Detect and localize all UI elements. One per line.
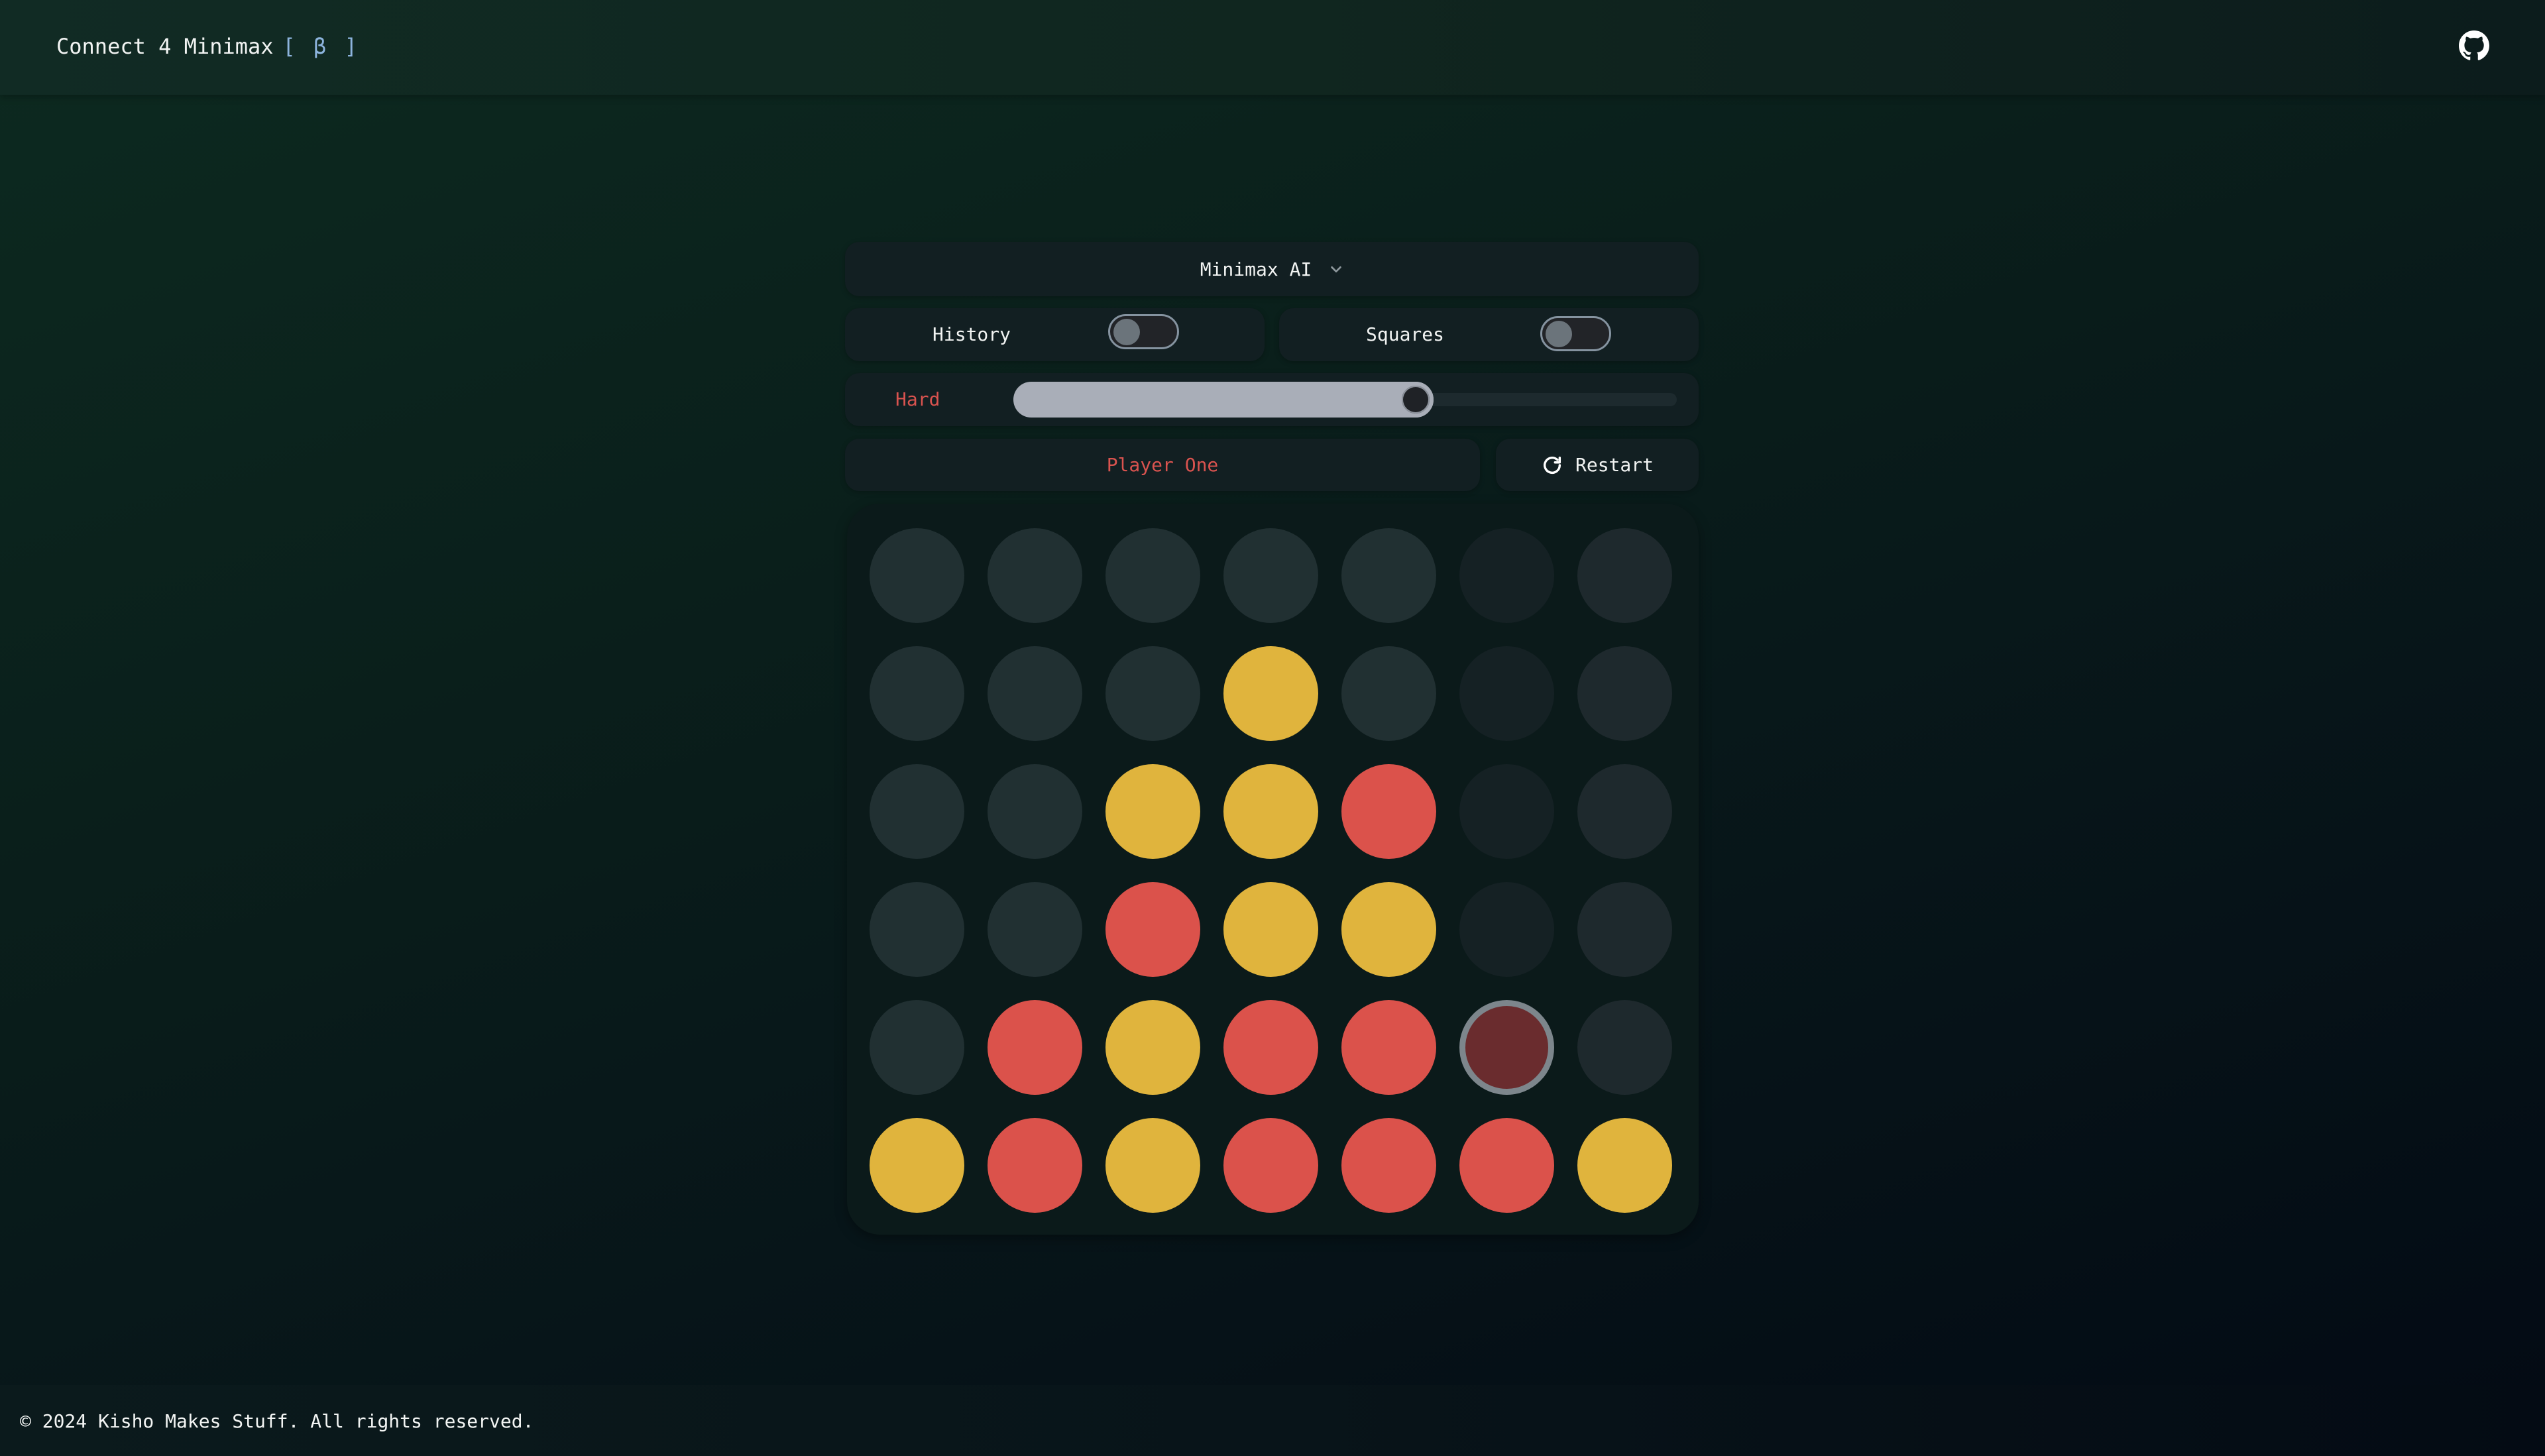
difficulty-card: Hard [845,373,1699,426]
history-toggle[interactable] [1108,314,1179,349]
app-title: Connect 4 Minimax [ β ] [56,32,360,61]
board-cell-empty[interactable] [870,1000,964,1095]
squares-toggle[interactable] [1540,316,1611,351]
copyright-text: © 2024 Kisho Makes Stuff. All rights res… [20,1410,534,1432]
board-cell-empty[interactable] [1105,646,1200,741]
board-cell-empty[interactable] [1577,1000,1672,1095]
squares-label: Squares [1366,323,1445,345]
mode-dropdown[interactable]: Minimax AI [845,242,1699,296]
board-cell-yellow[interactable] [1105,1000,1200,1095]
restart-label: Restart [1575,454,1654,476]
board-cell-yellow[interactable] [870,1118,964,1213]
game-board [847,504,1699,1235]
turn-indicator-text: Player One [1106,454,1219,476]
board-cell-yellow[interactable] [1223,764,1318,859]
board-cell-empty[interactable] [988,528,1082,623]
board-cell-red[interactable] [1105,882,1200,977]
toggle-knob [1546,321,1572,347]
turn-indicator: Player One [845,439,1480,491]
difficulty-label: Hard [895,388,940,410]
board-cell-yellow[interactable] [1105,1118,1200,1213]
github-icon[interactable] [2459,30,2489,61]
slider-fill [1013,382,1434,418]
board-cell-empty[interactable] [1459,764,1554,859]
board-cell-empty[interactable] [1459,882,1554,977]
board-cell-empty[interactable] [1105,528,1200,623]
board-cell-red[interactable] [1459,1118,1554,1213]
board-cell-empty[interactable] [1341,646,1436,741]
board-cell-red[interactable] [1341,1000,1436,1095]
restart-button[interactable]: Restart [1496,439,1699,491]
board-cell-empty[interactable] [988,646,1082,741]
board-cell-red[interactable] [1223,1000,1318,1095]
board-cell-preview[interactable] [1459,1000,1554,1095]
top-bar: Connect 4 Minimax [ β ] [0,0,2545,95]
board-cell-red[interactable] [1223,1118,1318,1213]
board-cell-empty[interactable] [870,528,964,623]
board-cell-empty[interactable] [870,646,964,741]
board-cell-yellow[interactable] [1223,646,1318,741]
toggle-knob [1113,319,1140,345]
board-cell-yellow[interactable] [1341,882,1436,977]
history-toggle-card: History [845,308,1265,361]
board-cell-empty[interactable] [988,764,1082,859]
board-cell-empty[interactable] [988,882,1082,977]
refresh-icon [1543,456,1561,474]
board-cell-empty[interactable] [870,764,964,859]
board-cell-empty[interactable] [1577,882,1672,977]
beta-badge: [ β ] [282,34,360,59]
board-cell-red[interactable] [988,1000,1082,1095]
board-cell-red[interactable] [988,1118,1082,1213]
board-cell-red[interactable] [1341,1118,1436,1213]
board-cell-empty[interactable] [1459,646,1554,741]
board-cell-empty[interactable] [1223,528,1318,623]
slider-thumb[interactable] [1397,382,1434,418]
board-cell-empty[interactable] [1577,646,1672,741]
difficulty-slider[interactable] [1013,382,1677,418]
board-cell-empty[interactable] [1459,528,1554,623]
board-cell-yellow[interactable] [1105,764,1200,859]
board-cell-empty[interactable] [1577,764,1672,859]
board-cell-red[interactable] [1341,764,1436,859]
board-cell-yellow[interactable] [1223,882,1318,977]
mode-dropdown-value: Minimax AI [1200,258,1312,280]
board-cell-empty[interactable] [1341,528,1436,623]
squares-toggle-card: Squares [1279,308,1699,361]
board-cell-empty[interactable] [1577,528,1672,623]
board-cell-yellow[interactable] [1577,1118,1672,1213]
board-cell-empty[interactable] [870,882,964,977]
app-title-text: Connect 4 Minimax [56,34,274,59]
footer: © 2024 Kisho Makes Stuff. All rights res… [0,1385,2545,1456]
chevron-down-icon [1331,266,1342,273]
history-label: History [933,323,1011,345]
